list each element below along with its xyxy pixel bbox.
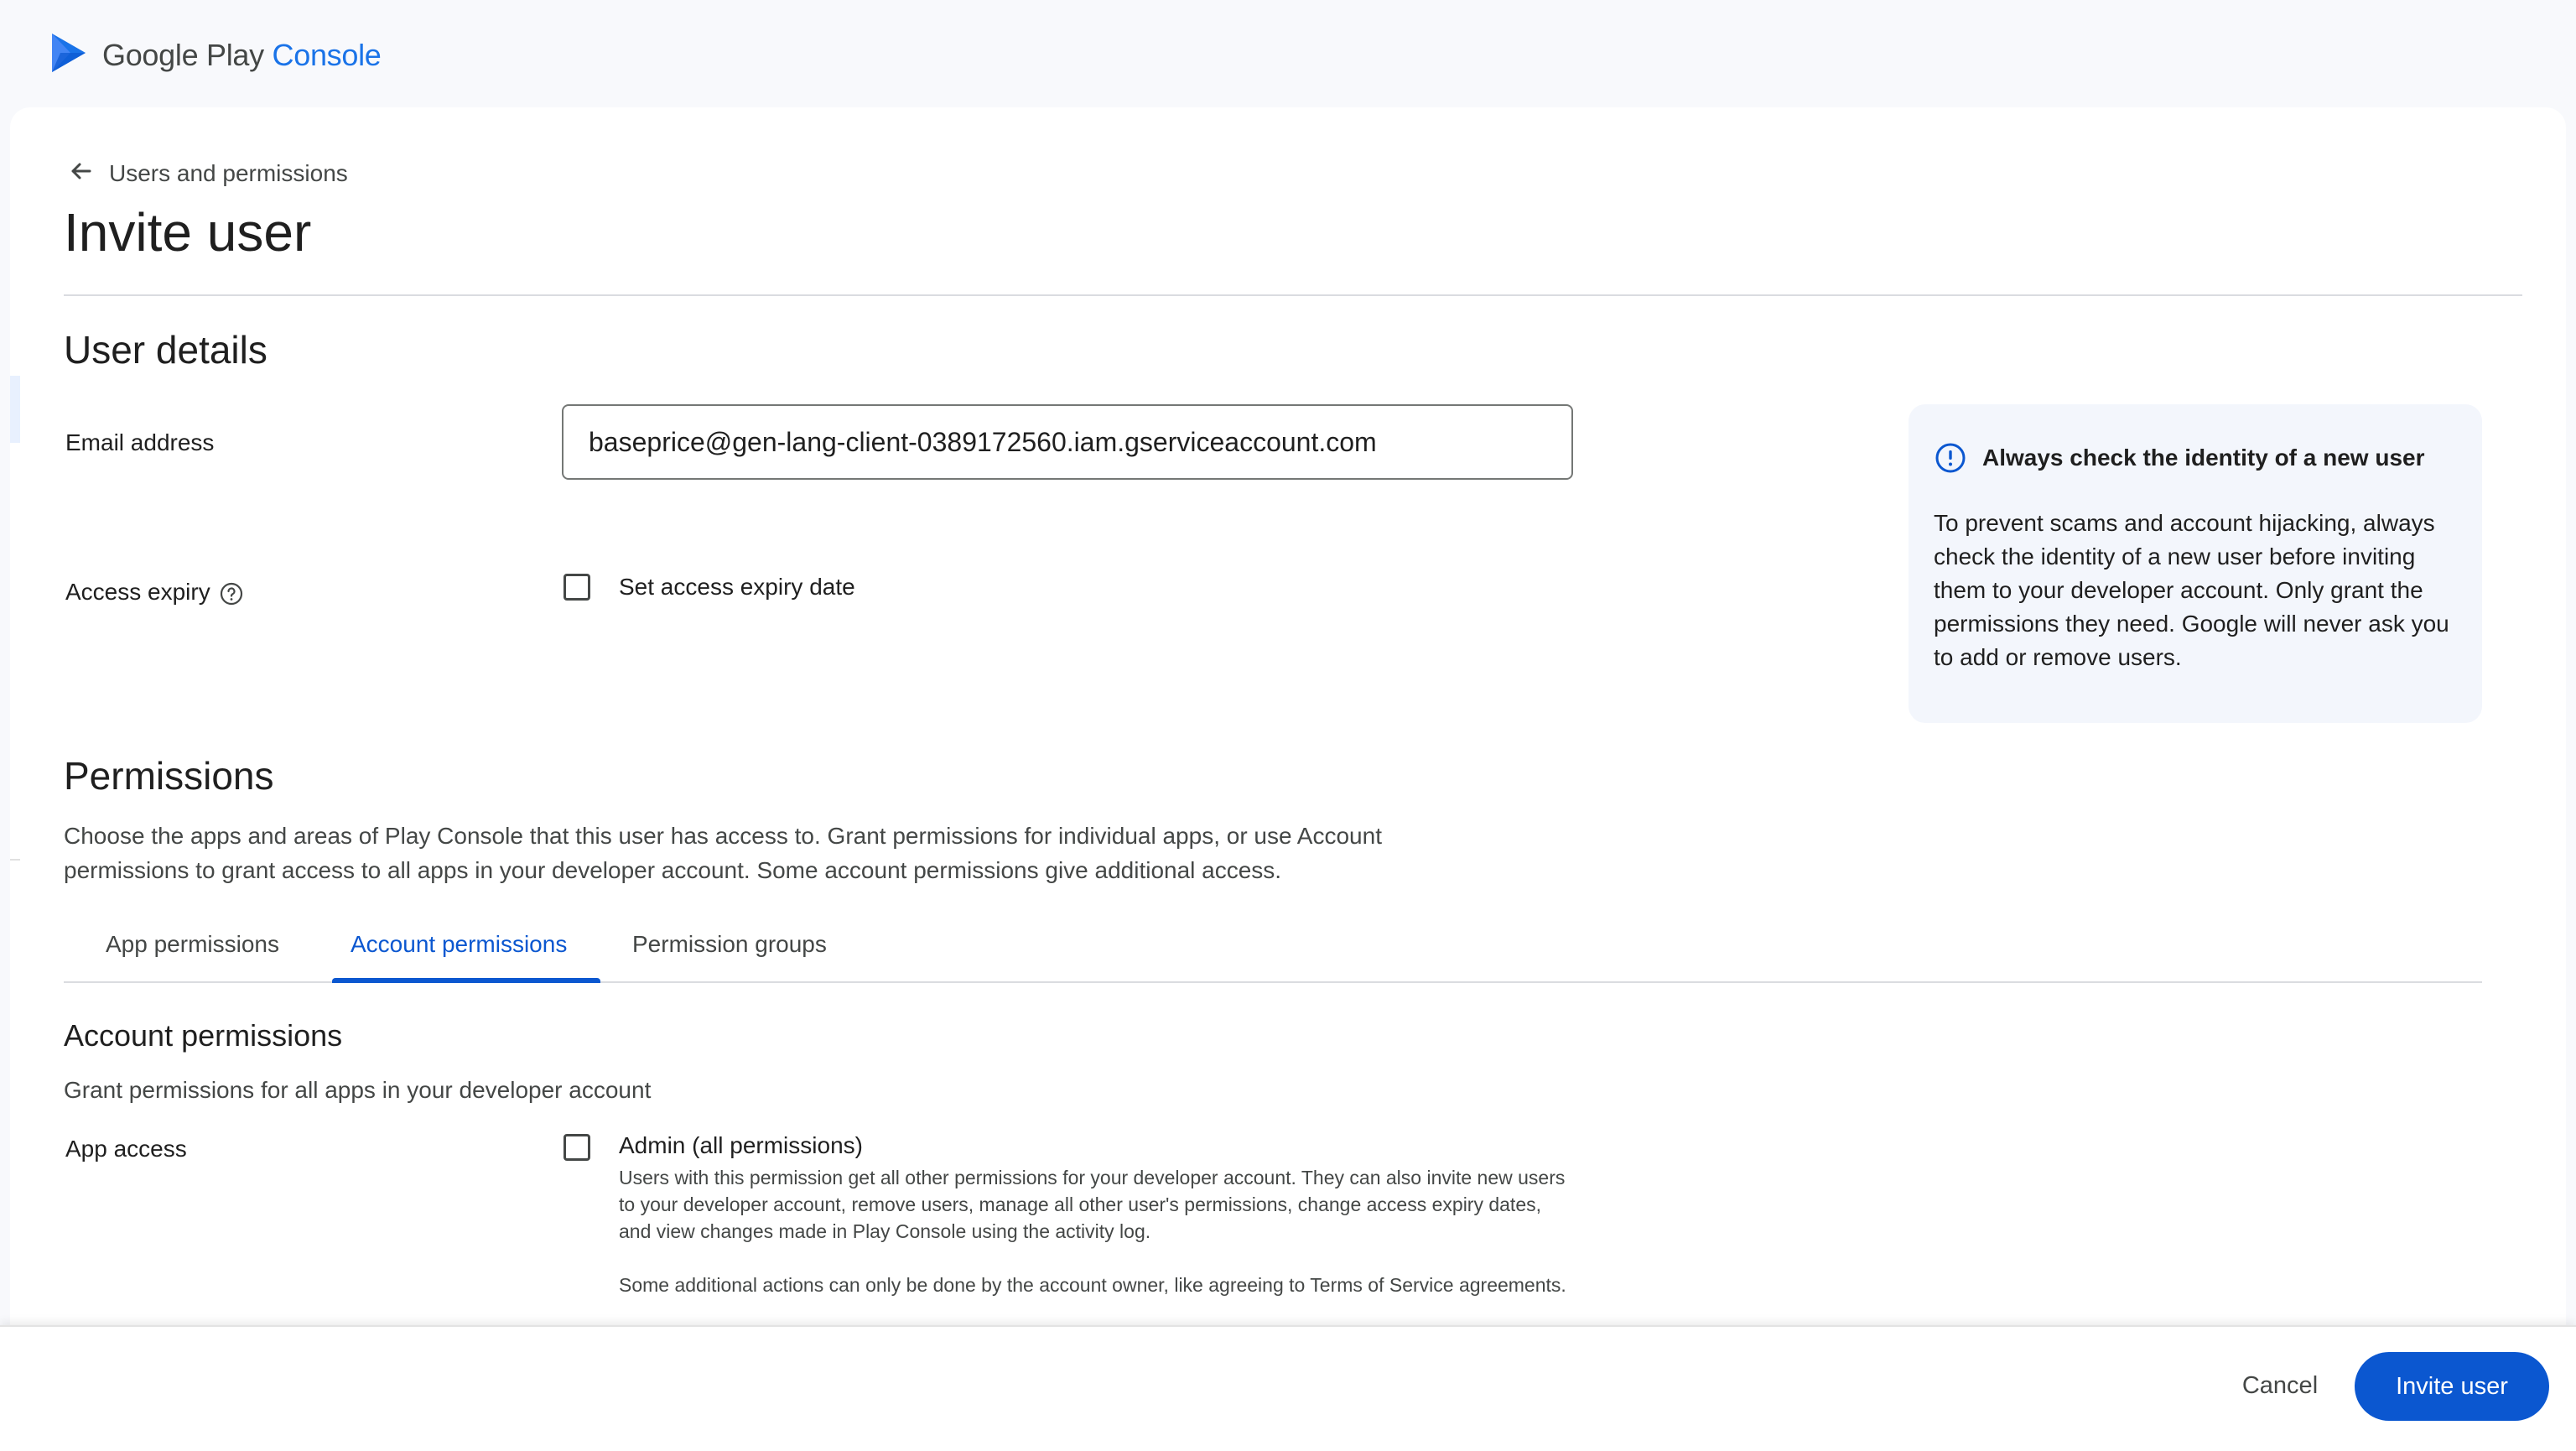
admin-checkbox-label[interactable]: Admin (all permissions) (619, 1132, 863, 1159)
access-expiry-checkbox[interactable] (564, 574, 590, 601)
email-field[interactable] (562, 404, 1573, 480)
alert-circle-icon (1935, 443, 1966, 473)
top-bar: Google Play Console (0, 0, 2576, 107)
identity-warning-card: Always check the identity of a new user … (1909, 404, 2482, 723)
sidebar-divider (10, 859, 20, 861)
admin-description-main: Users with this permission get all other… (619, 1167, 1566, 1242)
app-access-label: App access (65, 1136, 187, 1162)
back-link[interactable]: Users and permissions (65, 156, 348, 190)
permissions-description: Choose the apps and areas of Play Consol… (64, 823, 1382, 883)
back-link-label: Users and permissions (109, 159, 348, 186)
brand-primary: Google Play (102, 37, 264, 72)
active-tab-indicator (332, 978, 600, 983)
admin-description: Users with this permission get all other… (619, 1164, 1566, 1325)
identity-warning-header: Always check the identity of a new user (1934, 441, 2425, 475)
brand-name: Google Play Console (102, 38, 382, 73)
access-expiry-label-text: Access expiry (65, 579, 210, 605)
account-permissions-subtext: Grant permissions for all apps in your d… (64, 1077, 652, 1103)
play-console-logo[interactable]: Google Play Console (49, 30, 382, 80)
tab-account-permissions[interactable]: Account permissions (351, 931, 567, 958)
invite-user-button[interactable]: Invite user (2355, 1352, 2549, 1421)
cancel-button[interactable]: Cancel (2217, 1352, 2343, 1419)
tab-permission-groups[interactable]: Permission groups (632, 931, 827, 958)
play-console-logo-icon (49, 30, 91, 80)
title-divider (64, 294, 2522, 296)
access-expiry-label: Access expiry (65, 579, 244, 606)
permissions-heading: Permissions (64, 754, 274, 798)
tab-app-permissions[interactable]: App permissions (106, 931, 279, 958)
footer-bar: Cancel Invite user (0, 1325, 2576, 1451)
arrow-left-icon (65, 156, 96, 190)
identity-warning-body: To prevent scams and account hijacking, … (1934, 510, 2449, 670)
admin-checkbox[interactable] (564, 1134, 590, 1161)
brand-secondary: Console (272, 37, 382, 72)
email-label: Email address (65, 429, 215, 455)
account-permissions-heading: Account permissions (64, 1018, 343, 1053)
user-details-heading: User details (64, 328, 267, 372)
admin-description-note: Some additional actions can only be done… (619, 1274, 1566, 1296)
permissions-tabs: App permissions Account permissions Perm… (64, 919, 2482, 983)
page-title: Invite user (64, 202, 312, 263)
access-expiry-checkbox-label[interactable]: Set access expiry date (619, 574, 855, 601)
identity-warning-title: Always check the identity of a new user (1982, 445, 2425, 471)
sidebar-active-indicator (10, 376, 20, 443)
help-circle-icon[interactable] (219, 581, 244, 606)
